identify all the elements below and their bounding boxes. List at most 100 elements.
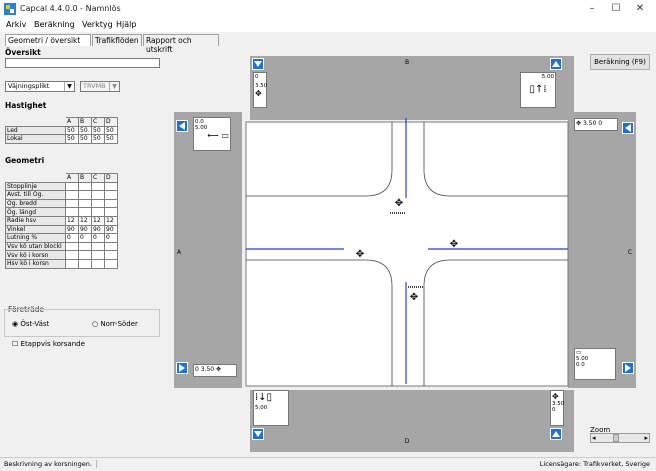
geometry-cell xyxy=(78,241,92,252)
geometry-cell[interactable]: 12 xyxy=(104,215,118,226)
speed-cell[interactable]: 50 xyxy=(91,134,105,144)
corner-cell xyxy=(5,173,66,183)
arm-a-right-button[interactable] xyxy=(176,362,188,374)
speed-cell[interactable]: 50 xyxy=(78,134,92,144)
speed-cell[interactable]: 50 xyxy=(65,134,79,144)
row-label-led: Led xyxy=(5,125,66,136)
geometry-cell xyxy=(91,207,105,217)
geometry-cell[interactable]: 12 xyxy=(65,215,79,226)
speed-table: A B C D Led 50 50 50 50 Lokal 50 50 50 5… xyxy=(5,117,118,144)
lane-arrows-icon: ⟵ ▭ xyxy=(207,131,229,140)
geometry-cell[interactable]: 0 xyxy=(65,233,79,243)
arm-c-left-button[interactable] xyxy=(622,122,634,134)
geometry-cell xyxy=(65,258,79,269)
geometry-cell xyxy=(78,198,92,209)
name-input[interactable] xyxy=(5,58,160,68)
maximize-button[interactable]: ☐ xyxy=(610,3,622,15)
minimize-button[interactable]: – xyxy=(586,3,598,15)
tab-trafikfloden[interactable]: Trafikflöden xyxy=(92,34,142,46)
move-handle-icon: ✥ xyxy=(576,120,582,127)
chevron-down-icon: ▼ xyxy=(64,82,74,91)
move-handle-icon: ✥ xyxy=(552,392,559,401)
menu-arkiv[interactable]: Arkiv xyxy=(6,20,26,29)
geometry-cell xyxy=(65,181,79,192)
geometry-cell xyxy=(104,181,118,192)
rule-select[interactable]: Väjningsplikt ▼ xyxy=(5,81,75,92)
checkbox-icon: ☐ xyxy=(12,340,19,348)
speed-cell[interactable]: 50 xyxy=(65,125,79,136)
geometry-cell xyxy=(78,190,92,200)
speed-cell[interactable]: 50 xyxy=(104,125,118,136)
leg-label-d: D xyxy=(405,438,410,445)
arm-a-lower-lane-box[interactable]: 0 3.50 ✥ xyxy=(193,364,237,377)
chevron-down-icon: ▼ xyxy=(109,82,119,91)
overview-title: Översikt xyxy=(5,48,41,57)
geometry-cell xyxy=(78,181,92,192)
arm-a-left-button[interactable] xyxy=(176,120,188,132)
arm-d-lane-box[interactable]: ⁞↓▯ 5.00 xyxy=(253,390,289,426)
status-license: Licensägare: Trafikverket, Sverige xyxy=(539,460,650,468)
arm-b-lane-width: 5.00 xyxy=(541,74,554,80)
lane-arrows-icon: ▯↑⁞ xyxy=(529,84,547,95)
geometry-cell xyxy=(65,250,79,260)
arm-d-up-button[interactable] xyxy=(550,428,562,440)
geometry-cell[interactable]: 90 xyxy=(78,224,92,235)
radio-unselected-icon: ○ xyxy=(92,320,99,328)
arm-b-lane-box-right[interactable]: 5.00 ▯↑⁞ xyxy=(520,72,556,108)
geometry-cell xyxy=(91,250,105,260)
priority-option-ost-vast[interactable]: ◉ Öst-Väst xyxy=(12,320,49,328)
geometry-cell xyxy=(104,241,118,252)
arm-b-up-button[interactable] xyxy=(550,58,562,70)
arm-d-down-button[interactable] xyxy=(252,428,264,440)
arm-c-lower-lane-box[interactable]: ▭ 5.00 0.0 xyxy=(574,348,616,380)
staged-crossing-checkbox[interactable]: ☐ Etappvis korsande xyxy=(12,340,85,348)
geometry-cell xyxy=(65,198,79,209)
speed-cell[interactable]: 50 xyxy=(104,134,118,144)
app-icon xyxy=(4,3,16,15)
move-handle-icon: ✥ xyxy=(255,89,262,98)
col-header-b: B xyxy=(78,117,92,127)
intersection-canvas: ✥ ✥ ✥ ✥ B D A C xyxy=(174,56,636,452)
zoom-slider[interactable]: ◂ ▸ xyxy=(590,433,650,443)
geometry-cell xyxy=(78,207,92,217)
move-handle-icon: ✥ xyxy=(356,249,364,260)
arm-a-lane-box[interactable]: 0.0 5.00 ⟵ ▭ xyxy=(193,117,231,151)
col-header-a: A xyxy=(65,173,79,183)
geometry-cell[interactable]: 90 xyxy=(91,224,105,235)
speed-cell[interactable]: 50 xyxy=(78,125,92,136)
geometry-cell[interactable]: 90 xyxy=(65,224,79,235)
leg-label-b: B xyxy=(405,59,409,66)
status-description: Beskrivning av korsningen. xyxy=(4,460,97,468)
geometry-cell[interactable]: 0 xyxy=(104,233,118,243)
chevron-right-icon: ▸ xyxy=(644,434,648,442)
arm-c-area xyxy=(568,112,636,388)
arm-b-down-button[interactable] xyxy=(252,58,264,70)
speed-cell[interactable]: 50 xyxy=(91,125,105,136)
menu-berakning[interactable]: Beräkning xyxy=(34,20,75,29)
tab-geometri[interactable]: Geometri / översikt xyxy=(5,34,91,46)
geometry-cell[interactable]: 90 xyxy=(104,224,118,235)
arm-d-lane-box-right[interactable]: ✥ 3.50 0 xyxy=(550,390,564,426)
priority-option-label: Öst-Väst xyxy=(20,320,50,328)
tab-rapport[interactable]: Rapport och utskrift xyxy=(143,34,219,54)
geometry-cell xyxy=(65,190,79,200)
geometry-row-label: Radie hsv xyxy=(5,215,66,226)
menu-verktyg[interactable]: Verktyg xyxy=(82,20,113,29)
arm-c-right-button[interactable] xyxy=(622,362,634,374)
geometry-cell xyxy=(65,207,79,217)
arm-c-lane-box[interactable]: ✥ 3.50 0 xyxy=(574,118,618,131)
priority-option-norr-soder[interactable]: ○ Norr-Söder xyxy=(92,320,138,328)
geometry-cell[interactable]: 12 xyxy=(78,215,92,226)
close-button[interactable]: ✕ xyxy=(634,3,646,15)
menu-hjalp[interactable]: Hjälp xyxy=(116,20,136,29)
arm-a-lower-offset: 0 xyxy=(195,366,199,373)
geometry-cell xyxy=(65,241,79,252)
zoom-thumb[interactable] xyxy=(613,434,619,442)
geometry-cell[interactable]: 0 xyxy=(78,233,92,243)
geometry-cell[interactable]: 12 xyxy=(91,215,105,226)
arm-b-lane-box[interactable]: 0 3.50 ✥ xyxy=(253,72,267,108)
geometry-cell[interactable]: 0 xyxy=(91,233,105,243)
speed-model-select[interactable]: TRVMB ▼ xyxy=(80,81,120,92)
corner-cell xyxy=(5,117,66,127)
geometry-row-label: Avst. till Ög. xyxy=(5,190,66,200)
